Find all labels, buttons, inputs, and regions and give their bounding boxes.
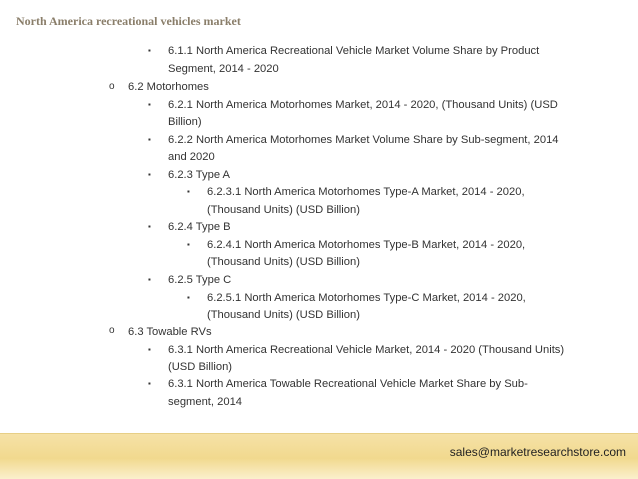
- toc-item-6-3-1-a: 6.3.1 North America Recreational Vehicle…: [168, 344, 565, 356]
- toc-item-6-2-5: 6.2.5 Type C: [168, 274, 232, 286]
- toc-item-6-2: 6.2 Motorhomes: [128, 81, 209, 93]
- bullet-square: ▪: [148, 345, 151, 354]
- toc-item-6-2-1-cont: Billion): [168, 116, 202, 128]
- bullet-circle: o: [109, 325, 115, 336]
- bullet-circle: o: [109, 81, 115, 92]
- toc-item-6-2-5-1-cont: (Thousand Units) (USD Billion): [207, 309, 360, 321]
- toc-item-6-2-3-1: 6.2.3.1 North America Motorhomes Type-A …: [207, 186, 525, 198]
- bullet-square: ▪: [148, 135, 151, 144]
- toc-item-6-2-1: 6.2.1 North America Motorhomes Market, 2…: [168, 99, 558, 111]
- toc-item-6-3-1-b: 6.3.1 North America Towable Recreational…: [168, 378, 528, 390]
- toc-item-6-2-2-cont: and 2020: [168, 151, 215, 163]
- bullet-square: ▪: [148, 46, 151, 55]
- toc-item-6-2-3: 6.2.3 Type A: [168, 169, 230, 181]
- bullet-square: ▪: [148, 100, 151, 109]
- contact-email-link[interactable]: sales@marketresearchstore.com: [450, 445, 626, 459]
- toc-item-6-2-4: 6.2.4 Type B: [168, 221, 231, 233]
- bullet-square: ▪: [148, 275, 151, 284]
- bullet-square: ▪: [148, 222, 151, 231]
- toc-item-6-1-1-cont: Segment, 2014 - 2020: [168, 63, 279, 75]
- footer-divider: [0, 433, 638, 434]
- toc-item-6-1-1: 6.1.1 North America Recreational Vehicle…: [168, 45, 540, 57]
- page-title: North America recreational vehicles mark…: [16, 14, 241, 28]
- toc-item-6-2-3-1-cont: (Thousand Units) (USD Billion): [207, 204, 360, 216]
- bullet-square: ▪: [187, 240, 190, 249]
- toc-item-6-2-5-1: 6.2.5.1 North America Motorhomes Type-C …: [207, 292, 526, 304]
- toc-item-6-3-1-b-cont: segment, 2014: [168, 396, 243, 408]
- bullet-square: ▪: [148, 170, 151, 179]
- toc-item-6-3: 6.3 Towable RVs: [128, 326, 212, 338]
- toc-item-6-3-1-a-cont: (USD Billion): [168, 361, 233, 373]
- bullet-square: ▪: [148, 379, 151, 388]
- toc-item-6-2-4-1-cont: (Thousand Units) (USD Billion): [207, 256, 360, 268]
- toc-item-6-2-2: 6.2.2 North America Motorhomes Market Vo…: [168, 134, 559, 146]
- toc-item-6-2-4-1: 6.2.4.1 North America Motorhomes Type-B …: [207, 239, 526, 251]
- bullet-square: ▪: [187, 293, 190, 302]
- bullet-square: ▪: [187, 187, 190, 196]
